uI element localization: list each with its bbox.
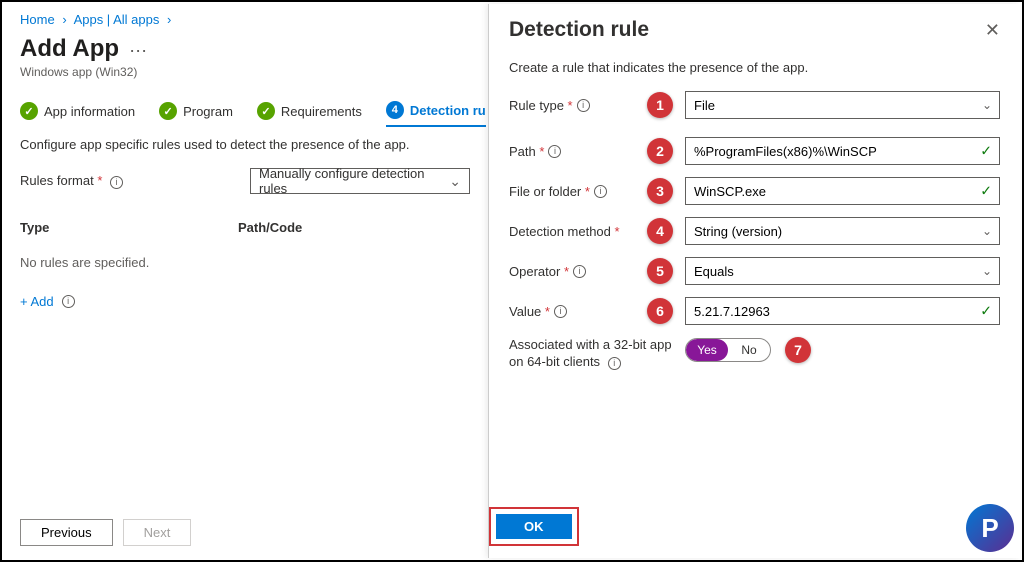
rules-format-label: Rules format * i (20, 173, 250, 189)
add-rule-link[interactable]: + Add i (20, 294, 75, 309)
operator-select[interactable]: Equals (685, 257, 1000, 285)
callout-badge: 5 (647, 258, 673, 284)
more-actions-icon[interactable]: ⋯ (129, 41, 147, 62)
previous-button[interactable]: Previous (20, 519, 113, 546)
brand-logo: P (966, 504, 1014, 552)
detection-method-select[interactable]: String (version) (685, 217, 1000, 245)
panel-description: Create a rule that indicates the presenc… (509, 60, 1000, 75)
callout-badge: 1 (647, 92, 673, 118)
toggle-yes[interactable]: Yes (686, 339, 728, 361)
ok-button[interactable]: OK (496, 514, 572, 539)
info-icon[interactable]: i (110, 176, 123, 189)
step-label: Program (183, 104, 233, 119)
checkmark-icon: ✓ (159, 102, 177, 120)
callout-badge: 3 (647, 178, 673, 204)
step-requirements[interactable]: ✓ Requirements (257, 101, 362, 127)
step-app-information[interactable]: ✓ App information (20, 101, 135, 127)
toggle-no[interactable]: No (728, 339, 770, 361)
next-button: Next (123, 519, 192, 546)
info-icon[interactable]: i (62, 295, 75, 308)
callout-badge: 7 (785, 337, 811, 363)
associated-32bit-label: Associated with a 32-bit app on 64-bit c… (509, 337, 685, 371)
checkmark-icon: ✓ (20, 102, 38, 120)
info-icon[interactable]: i (594, 185, 607, 198)
ok-highlight: OK (489, 507, 579, 546)
info-icon[interactable]: i (548, 145, 561, 158)
path-input[interactable] (685, 137, 1000, 165)
step-label: Detection ru (410, 103, 486, 118)
rules-format-select[interactable]: Manually configure detection rules (250, 168, 470, 194)
rule-type-select[interactable]: File (685, 91, 1000, 119)
detection-rule-panel: Detection rule ✕ Create a rule that indi… (488, 4, 1020, 558)
page-title: Add App (20, 35, 119, 63)
breadcrumb-sep: › (167, 12, 171, 27)
info-icon[interactable]: i (577, 99, 590, 112)
step-detection-rules[interactable]: 4 Detection ru (386, 101, 486, 127)
step-label: Requirements (281, 104, 362, 119)
info-icon[interactable]: i (554, 305, 567, 318)
info-icon[interactable]: i (573, 265, 586, 278)
breadcrumb-sep: › (62, 12, 66, 27)
callout-badge: 2 (647, 138, 673, 164)
panel-title: Detection rule (509, 18, 649, 42)
value-input[interactable] (685, 297, 1000, 325)
associated-32bit-toggle[interactable]: Yes No (685, 338, 771, 362)
close-icon[interactable]: ✕ (985, 20, 1000, 41)
breadcrumb-apps[interactable]: Apps | All apps (74, 12, 160, 27)
file-or-folder-input[interactable] (685, 177, 1000, 205)
step-program[interactable]: ✓ Program (159, 101, 233, 127)
step-number-icon: 4 (386, 101, 404, 119)
info-icon[interactable]: i (608, 357, 621, 370)
callout-badge: 6 (647, 298, 673, 324)
callout-badge: 4 (647, 218, 673, 244)
checkmark-icon: ✓ (257, 102, 275, 120)
step-label: App information (44, 104, 135, 119)
breadcrumb-home[interactable]: Home (20, 12, 55, 27)
col-type-header: Type (20, 220, 238, 235)
